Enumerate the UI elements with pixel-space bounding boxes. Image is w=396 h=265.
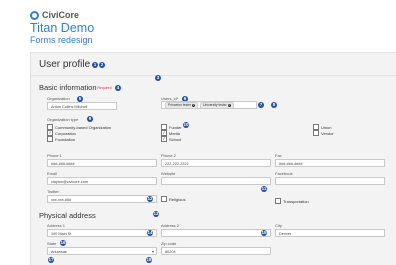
user-profile-panel: User profile 1 2 3 Basic information * R… [30,52,396,265]
phone1-input[interactable]: ###-###-#### [47,159,157,167]
state-select[interactable]: Arkansas ▾ [47,247,157,255]
users-id-multiselect[interactable]: Princeton tester × University tester × [161,101,257,109]
annotation-marker-15: 15 [261,230,267,236]
annotation-marker-9: 9 [87,116,93,122]
org-type-option-school[interactable]: ✓ School [161,136,181,142]
checkbox-icon[interactable] [47,136,53,142]
checkbox-icon[interactable] [161,196,167,202]
checkbox-icon[interactable]: ✓ [161,136,167,142]
annotation-marker-10: 10 [183,122,189,128]
panel-header: User profile 1 2 [31,53,396,76]
annotation-marker-16: 16 [60,240,66,246]
logo-text: CiviCore [42,10,80,20]
city-input[interactable]: Denver [275,229,385,237]
chip-remove-icon[interactable]: × [192,103,196,107]
email-label: Email [47,171,58,176]
app-title: Titan Demo [30,21,95,35]
annotation-marker-1: 1 [92,62,98,68]
facebook-label: Facebook [275,171,293,176]
chip-remove-icon[interactable]: × [227,103,231,107]
checkbox-icon[interactable] [275,198,281,204]
phone1-label: Phone 1 [47,153,62,158]
physical-address-title: Physical address [39,211,96,220]
address2-label: Address 2 [161,223,180,228]
annotation-marker-4: 4 [115,85,121,91]
transportation-checkbox[interactable]: Transportation [275,198,309,204]
twitter-label: Twitter [47,189,59,194]
fax-input[interactable]: ###-###-#### [275,159,385,167]
address1-input[interactable]: 100 Main St [47,229,157,237]
org-type-option-vendor[interactable]: Vendor [313,130,334,136]
website-input[interactable] [161,177,271,185]
annotation-marker-8: 8 [271,102,277,108]
phone2-label: Phone 2 [161,153,176,158]
users-id-chip[interactable]: Princeton tester × [165,102,199,108]
annotation-marker-17: 17 [48,257,54,263]
basic-info-title: Basic information [39,83,97,92]
address1-label: Address 1 [47,223,66,228]
organization-label: Organization [47,96,70,101]
org-type-option-foundation[interactable]: Foundation [47,136,75,142]
logo-icon [30,10,39,20]
checkbox-icon[interactable] [313,130,319,136]
brand-header: CiviCore Titan Demo Forms redesign [30,10,94,45]
required-note: * Required [95,86,112,90]
phone2-input[interactable]: 222-222-2222 [161,159,271,167]
fax-label: Fax [275,153,282,158]
users-id-chip[interactable]: University tester × [200,102,234,108]
facebook-input[interactable] [275,177,385,185]
email-input[interactable]: clayton@civicore.com [47,177,157,185]
annotation-marker-3: 3 [155,75,161,81]
annotation-marker-12: 12 [147,196,153,202]
page-title: User profile [39,59,91,70]
zip-label: Zip code [161,241,177,246]
organization-input[interactable]: Anton Collins Mitchell [47,102,117,110]
app-logo: CiviCore [30,10,94,20]
zip-input[interactable]: 80204 [161,247,271,255]
annotation-marker-18: 18 [146,257,152,263]
annotation-marker-2: 2 [99,62,105,68]
website-label: Website [161,171,176,176]
chevron-down-icon[interactable]: ▾ [152,248,154,254]
annotation-marker-7: 7 [258,102,264,108]
twitter-input[interactable]: xxx-xxx-### [47,195,157,203]
annotation-marker-11: 11 [261,186,267,192]
org-type-label: Organization type [47,117,79,122]
state-label: State [47,241,57,246]
annotation-marker-13: 13 [153,211,159,217]
city-label: City [275,223,282,228]
annotation-marker-14: 14 [147,230,153,236]
religious-checkbox[interactable]: Religious [161,196,185,202]
app-subtitle: Forms redesign [30,35,93,45]
address2-input[interactable] [161,229,271,237]
